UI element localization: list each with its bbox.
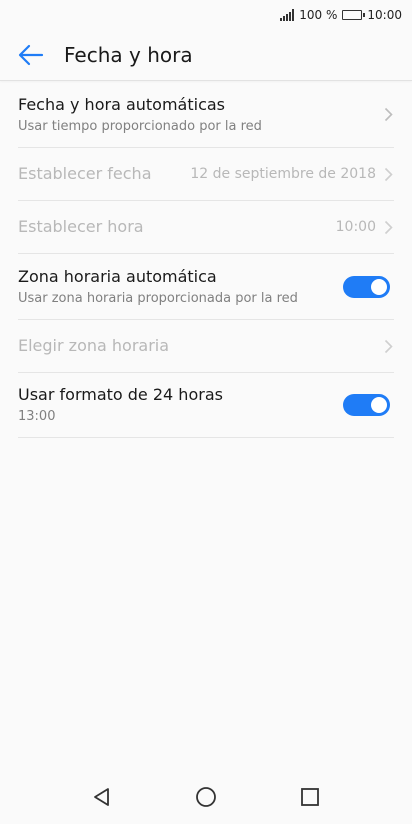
auto-timezone-subtitle: Usar zona horaria proporcionada por la r… <box>18 290 298 306</box>
auto-timezone-title: Zona horaria automática <box>18 266 217 286</box>
chevron-right-icon <box>382 219 394 235</box>
choose-timezone-title: Elegir zona horaria <box>18 336 170 355</box>
back-arrow-icon[interactable] <box>18 42 44 68</box>
settings-list: Fecha y hora automáticas Usar tiempo pro… <box>18 82 394 438</box>
nav-recents-icon[interactable] <box>298 785 322 809</box>
auto-datetime-row[interactable]: Fecha y hora automáticas Usar tiempo pro… <box>18 82 394 148</box>
format-24h-subtitle: 13:00 <box>18 409 56 424</box>
screen: 100 % 10:00 Fecha y hora Fecha y hora au… <box>0 0 412 824</box>
signal-icon <box>280 9 295 21</box>
set-date-value: 12 de septiembre de 2018 <box>190 166 376 182</box>
battery-percent: 100 % <box>299 8 338 22</box>
nav-back-icon[interactable] <box>90 785 114 809</box>
status-bar: 100 % 10:00 <box>0 0 412 30</box>
format-24h-toggle[interactable] <box>343 394 390 416</box>
choose-timezone-row[interactable]: Elegir zona horaria <box>18 320 394 373</box>
set-date-row[interactable]: Establecer fecha 12 de septiembre de 201… <box>18 148 394 201</box>
auto-datetime-subtitle: Usar tiempo proporcionado por la red <box>18 118 262 134</box>
format-24h-row[interactable]: Usar formato de 24 horas 13:00 <box>18 373 394 438</box>
nav-home-icon[interactable] <box>194 785 218 809</box>
toggle-knob <box>371 278 387 295</box>
set-time-title: Establecer hora <box>18 217 144 236</box>
auto-timezone-toggle[interactable] <box>343 275 390 298</box>
status-time: 10:00 <box>367 8 402 22</box>
set-time-value: 10:00 <box>335 219 376 235</box>
navigation-bar <box>0 770 412 824</box>
set-time-row[interactable]: Establecer hora 10:00 <box>18 201 394 254</box>
chevron-right-icon <box>382 338 394 354</box>
set-date-title: Establecer fecha <box>18 164 152 183</box>
toggle-knob <box>371 397 387 413</box>
page-title: Fecha y hora <box>64 43 193 67</box>
chevron-right-icon <box>382 107 394 123</box>
chevron-right-icon <box>382 166 394 182</box>
battery-icon <box>342 10 366 20</box>
app-bar: Fecha y hora <box>0 30 412 81</box>
format-24h-title: Usar formato de 24 horas <box>18 385 223 404</box>
auto-timezone-row[interactable]: Zona horaria automática Usar zona horari… <box>18 254 394 320</box>
auto-datetime-title: Fecha y hora automáticas <box>18 94 226 114</box>
